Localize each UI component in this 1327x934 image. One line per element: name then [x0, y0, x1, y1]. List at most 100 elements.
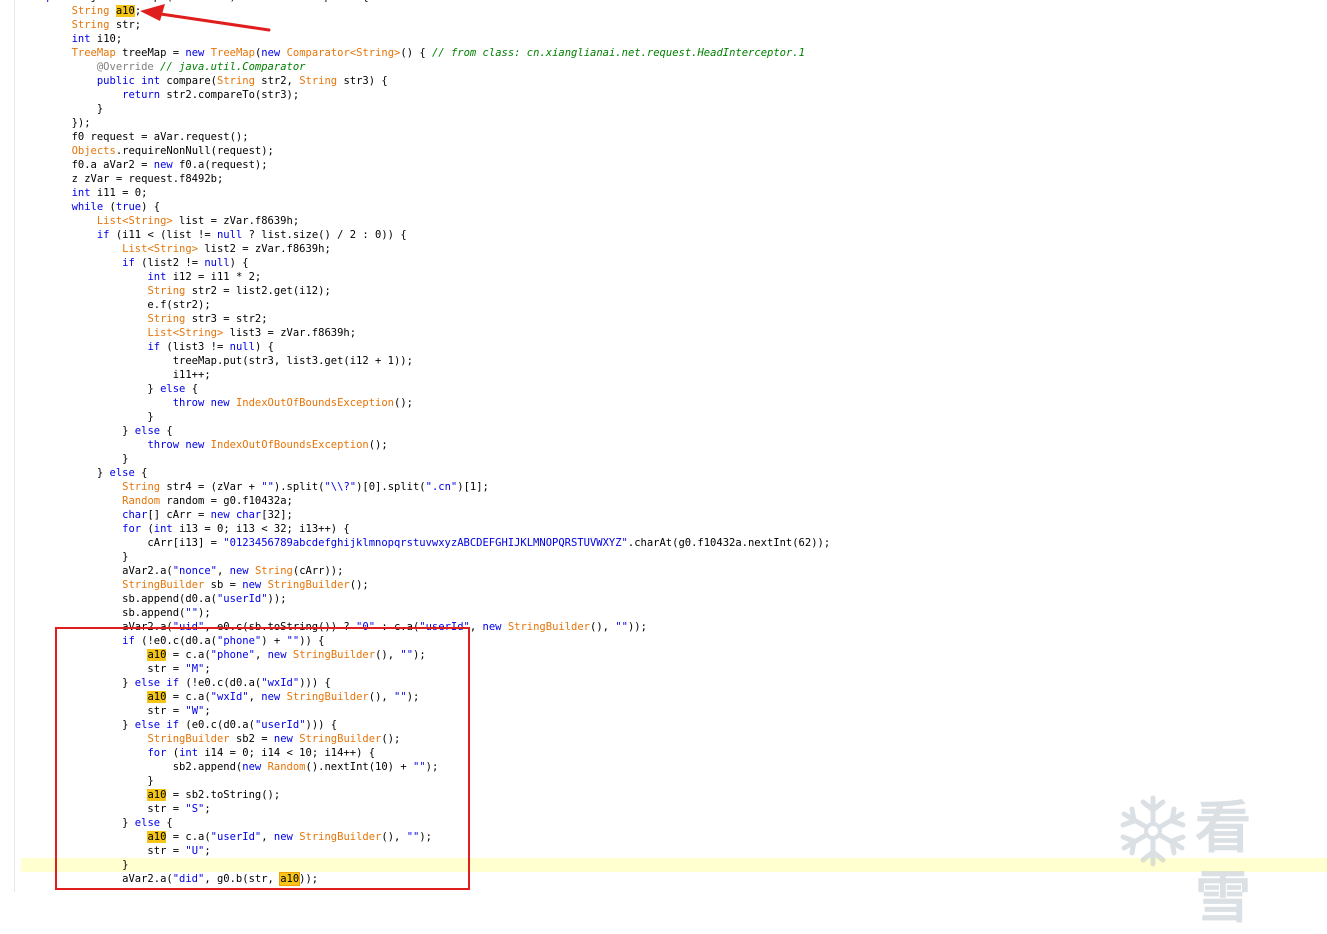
code-line[interactable]: char[] cArr = new char[32]; [21, 508, 1327, 522]
code-token: )[0].split( [356, 481, 426, 493]
code-line[interactable]: a10 = sb2.toString(); [21, 788, 1327, 802]
code-line[interactable]: int i11 = 0; [21, 186, 1327, 200]
code-line[interactable]: throw new IndexOutOfBoundsException(); [21, 396, 1327, 410]
code-token: new [273, 733, 293, 745]
code-token: StringBuilder [122, 579, 205, 591]
code-line[interactable]: } [21, 774, 1327, 788]
code-line[interactable]: sb.append(d0.a("userId")); [21, 592, 1327, 606]
code-token: IndexOutOfBoundsException [210, 439, 369, 451]
code-line[interactable]: i11++; [21, 368, 1327, 382]
code-line[interactable]: for (int i14 = 0; i14 < 10; i14++) { [21, 746, 1327, 760]
code-token: List<String> [122, 243, 199, 255]
code-token: if [96, 229, 110, 241]
code-token: = c.a( [166, 831, 211, 843]
code-line[interactable]: } else if (!e0.c(d0.a("wxId"))) { [21, 676, 1327, 690]
code-line[interactable]: cArr[i13] = "0123456789abcdefghijklmnopq… [21, 536, 1327, 550]
code-token: (i11 < (list != [109, 229, 217, 241]
code-token: .charAt(g0.f10432a.nextInt(62)); [627, 537, 831, 549]
code-line[interactable]: @Override // java.util.Comparator [21, 60, 1327, 74]
code-line[interactable]: List<String> list2 = zVar.f8639h; [21, 242, 1327, 256]
code-line[interactable]: int i12 = i11 * 2; [21, 270, 1327, 284]
code-line[interactable]: String str2 = list2.get(i12); [21, 284, 1327, 298]
code-line[interactable]: str = "W"; [21, 704, 1327, 718]
code-line[interactable]: str = "S"; [21, 802, 1327, 816]
code-line[interactable]: StringBuilder sb = new StringBuilder(); [21, 578, 1327, 592]
code-line[interactable]: if (!e0.c(d0.a("phone") + "")) { [21, 634, 1327, 648]
code-token: for [122, 523, 142, 535]
code-line[interactable]: str = "U"; [21, 844, 1327, 858]
code-token: "uid" [172, 621, 205, 633]
code-line[interactable]: sb2.append(new Random().nextInt(10) + ""… [21, 760, 1327, 774]
code-line[interactable]: StringBuilder sb2 = new StringBuilder(); [21, 732, 1327, 746]
code-line[interactable]: aVar2.a("uid", e0.c(sb.toString()) ? "0"… [21, 620, 1327, 634]
code-token: , [254, 649, 268, 661]
code-token: , [216, 565, 230, 577]
code-token: new [273, 831, 293, 843]
code-token: for [147, 747, 167, 759]
code-editor[interactable]: public j0 intercept(dd.a aVar) throws IO… [21, 0, 1327, 886]
code-line[interactable]: } [21, 550, 1327, 564]
code-line[interactable]: if (list3 != null) { [21, 340, 1327, 354]
code-line[interactable]: TreeMap treeMap = new TreeMap(new Compar… [21, 46, 1327, 60]
code-line[interactable]: treeMap.put(str3, list3.get(i12 + 1)); [21, 354, 1327, 368]
code-line[interactable]: if (i11 < (list != null ? list.size() / … [21, 228, 1327, 242]
code-line[interactable]: aVar2.a("nonce", new String(cArr)); [21, 564, 1327, 578]
code-line[interactable]: str = "M"; [21, 662, 1327, 676]
code-line[interactable]: e.f(str2); [21, 298, 1327, 312]
code-line[interactable]: String str4 = (zVar + "").split("\\?")[0… [21, 480, 1327, 494]
code-token: ; [204, 705, 211, 717]
code-line[interactable]: } else { [21, 466, 1327, 480]
code-line[interactable]: } [21, 452, 1327, 466]
code-token: StringBuilder [292, 649, 376, 661]
code-token: sb2 = [229, 733, 274, 745]
code-line[interactable]: a10 = c.a("wxId", new StringBuilder(), "… [21, 690, 1327, 704]
code-line[interactable]: List<String> list = zVar.f8639h; [21, 214, 1327, 228]
code-line[interactable]: public int compare(String str2, String s… [21, 74, 1327, 88]
code-line[interactable]: } else { [21, 816, 1327, 830]
code-token: else [160, 383, 186, 395]
code-line[interactable]: } else { [21, 382, 1327, 396]
code-token: sb2.append( [21, 761, 243, 773]
code-token: // java.util.Comparator [160, 61, 306, 73]
code-token: (!e0.c(d0.a( [134, 635, 217, 647]
code-line[interactable]: a10 = c.a("phone", new StringBuilder(), … [21, 648, 1327, 662]
code-line[interactable]: throw new IndexOutOfBoundsException(); [21, 438, 1327, 452]
code-token: new [185, 439, 205, 451]
code-line[interactable]: for (int i13 = 0; i13 < 32; i13++) { [21, 522, 1327, 536]
code-token: "0" [356, 621, 376, 633]
code-line[interactable]: } [21, 102, 1327, 116]
code-line[interactable]: int i10; [21, 32, 1327, 46]
code-token: } [21, 719, 135, 731]
code-line[interactable]: String a10; [21, 4, 1327, 18]
code-line[interactable]: } [21, 410, 1327, 424]
code-line[interactable]: String str3 = str2; [21, 312, 1327, 326]
code-line[interactable]: f0.a aVar2 = new f0.a(request); [21, 158, 1327, 172]
code-token: StringBuilder [267, 579, 350, 591]
code-token: } [21, 859, 129, 871]
code-line[interactable]: List<String> list3 = zVar.f8639h; [21, 326, 1327, 340]
code-line[interactable]: return str2.compareTo(str3); [21, 88, 1327, 102]
code-line[interactable]: String str; [21, 18, 1327, 32]
highlighted-variable: a10 [279, 872, 301, 886]
code-token: TreeMap [210, 47, 255, 59]
code-token: (); [349, 579, 369, 591]
code-line[interactable]: }); [21, 116, 1327, 130]
code-line[interactable]: } else if (e0.c(d0.a("userId"))) { [21, 718, 1327, 732]
code-token: )); [627, 621, 647, 633]
code-line[interactable]: f0 request = aVar.request(); [21, 130, 1327, 144]
code-line[interactable]: z zVar = request.f8492b; [21, 172, 1327, 186]
code-line[interactable]: a10 = c.a("userId", new StringBuilder(),… [21, 830, 1327, 844]
code-line[interactable]: sb.append(""); [21, 606, 1327, 620]
code-line[interactable]: Random random = g0.f10432a; [21, 494, 1327, 508]
code-line[interactable]: aVar2.a("did", g0.b(str, a10)); [21, 872, 1327, 886]
code-line[interactable]: } [21, 858, 1327, 872]
highlighted-variable: a10 [147, 691, 167, 703]
code-token: String [299, 75, 338, 87]
code-line[interactable]: if (list2 != null) { [21, 256, 1327, 270]
code-line[interactable]: } else { [21, 424, 1327, 438]
code-line[interactable]: while (true) { [21, 200, 1327, 214]
code-line[interactable]: Objects.requireNonNull(request); [21, 144, 1327, 158]
code-token: }); [21, 117, 91, 129]
